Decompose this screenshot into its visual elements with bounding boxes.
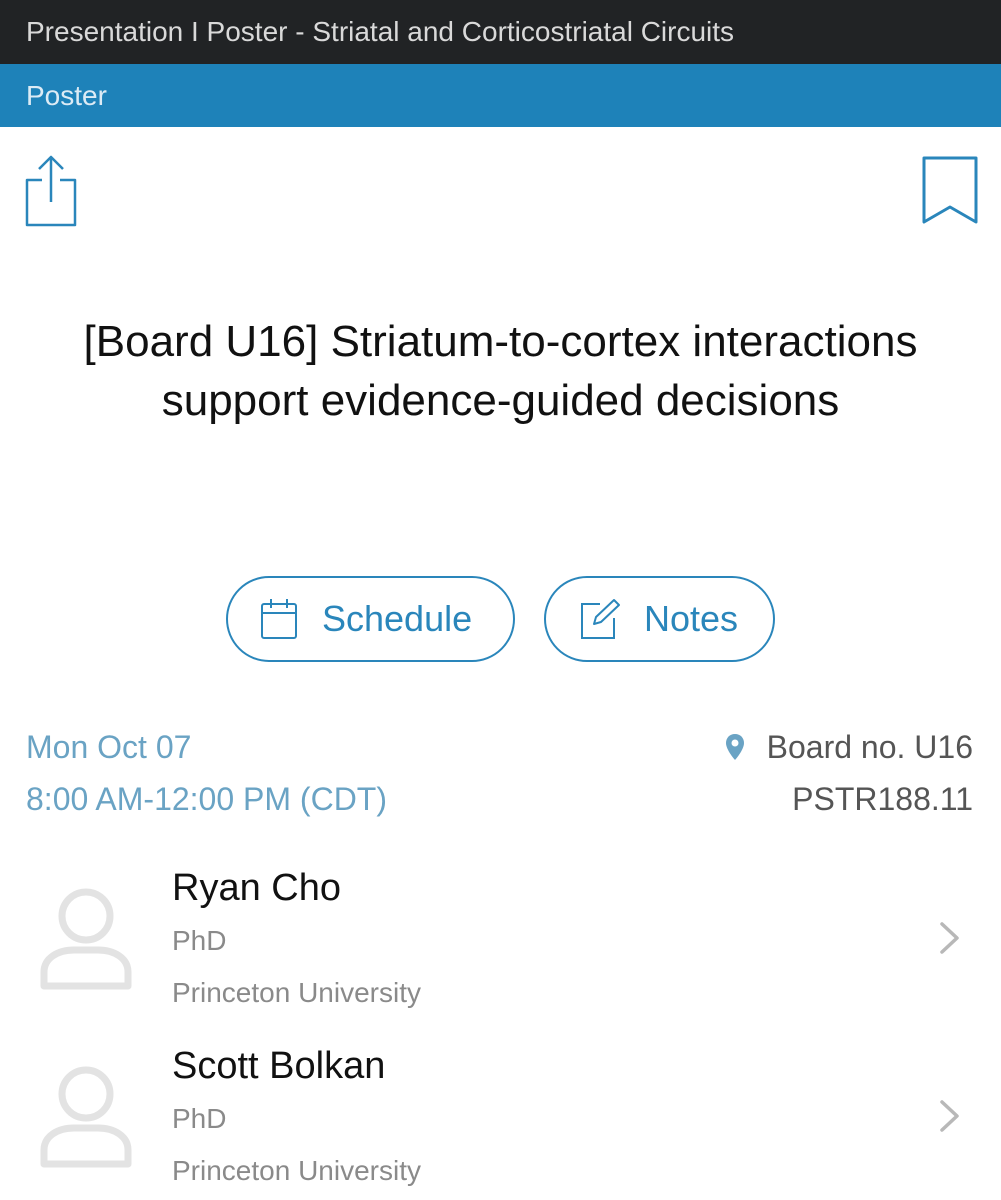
poster-title: [Board U16] Striatum-to-cortex interacti… — [83, 317, 918, 425]
location-pin-icon — [725, 734, 744, 760]
share-button[interactable] — [22, 152, 82, 232]
notes-label: Notes — [644, 598, 739, 639]
share-icon — [25, 155, 77, 227]
board-location: Board no. U16 — [725, 724, 973, 770]
author-row[interactable]: Ryan Cho PhD Princeton University — [0, 862, 1001, 1032]
schedule-button[interactable]: Schedule — [226, 576, 515, 662]
bookmark-icon — [922, 156, 978, 224]
section-header-bar: Poster — [0, 64, 1001, 127]
author-name: Ryan Cho — [172, 867, 341, 909]
schedule-label: Schedule — [322, 598, 473, 639]
session-time: 8:00 AM-12:00 PM (CDT) — [26, 781, 387, 817]
avatar-icon — [40, 1066, 132, 1168]
author-affiliation: Princeton University — [172, 1155, 421, 1186]
bookmark-button[interactable] — [918, 152, 982, 232]
section-title: Poster — [26, 80, 107, 111]
author-row[interactable]: Scott Bolkan PhD Princeton University — [0, 1040, 1001, 1200]
author-degree: PhD — [172, 1103, 227, 1134]
chevron-right-icon — [940, 1100, 959, 1132]
edit-note-icon — [581, 599, 620, 639]
app-title-bar: Presentation I Poster - Striatal and Cor… — [0, 0, 1001, 64]
calendar-icon — [261, 599, 297, 639]
app-title: Presentation I Poster - Striatal and Cor… — [26, 16, 735, 47]
board-number: Board no. U16 — [766, 728, 973, 765]
author-degree: PhD — [172, 925, 227, 956]
chevron-right-icon — [940, 922, 959, 954]
author-name: Scott Bolkan — [172, 1045, 386, 1087]
presentation-code: PSTR188.11 — [792, 781, 973, 817]
session-date: Mon Oct 07 — [26, 729, 192, 765]
notes-button[interactable]: Notes — [544, 576, 775, 662]
author-affiliation: Princeton University — [172, 977, 421, 1008]
avatar-icon — [40, 888, 132, 990]
